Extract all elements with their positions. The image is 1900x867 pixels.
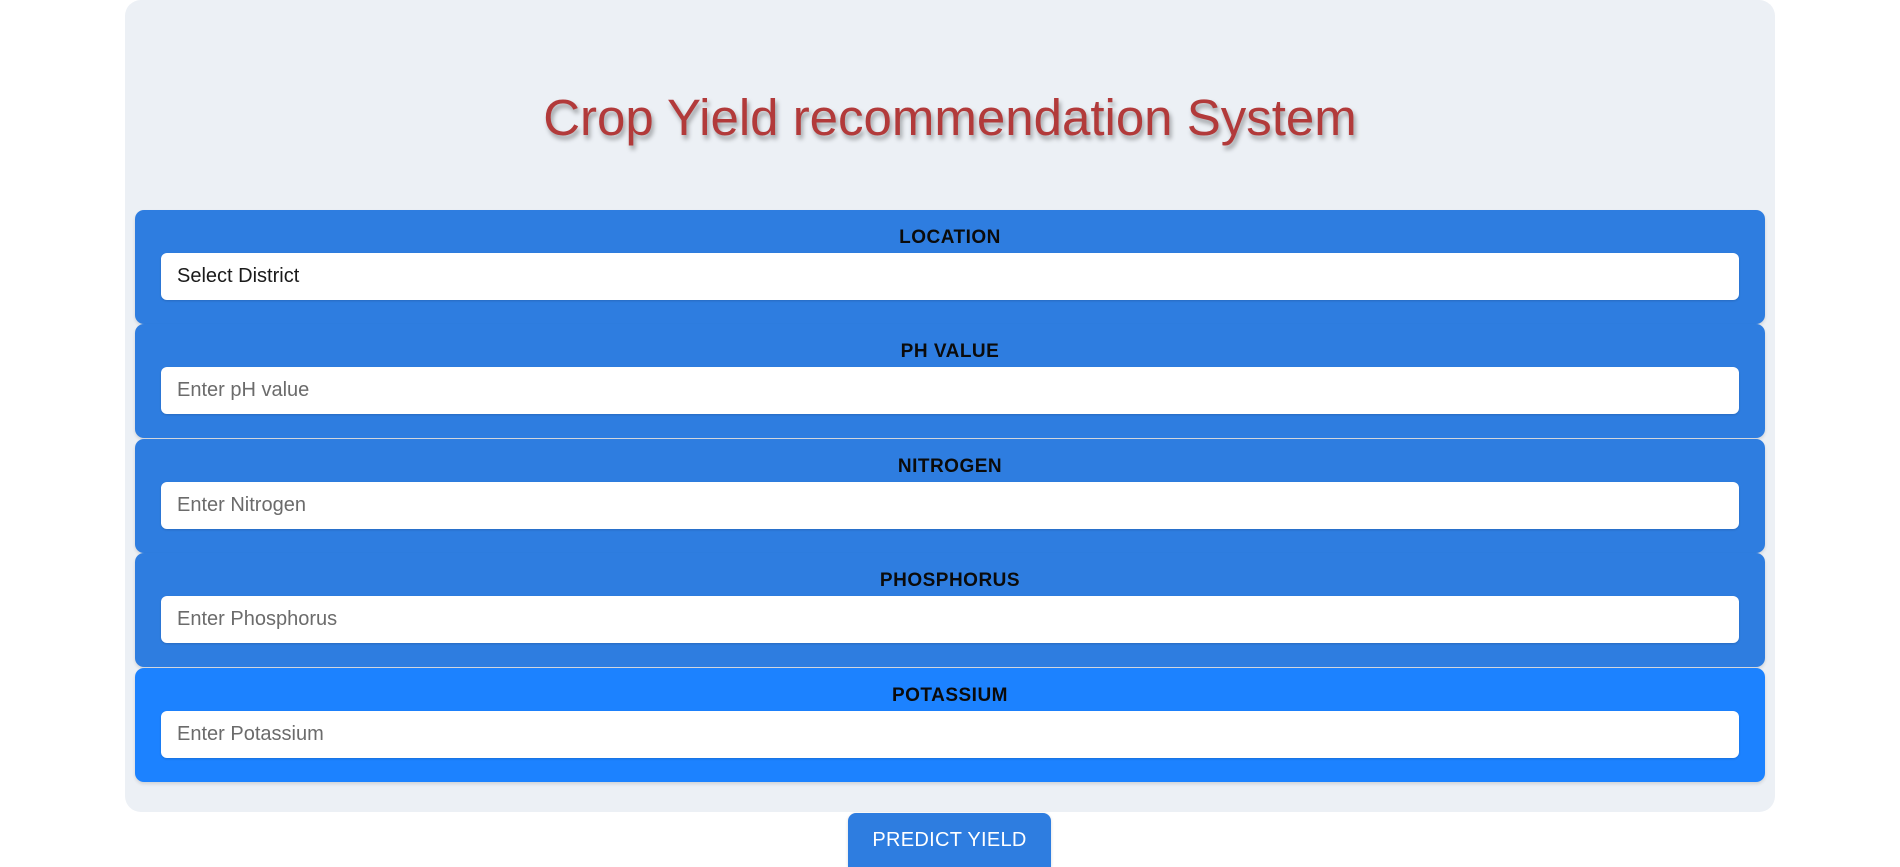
nitrogen-card: NITROGEN Enter Nitrogen bbox=[135, 439, 1765, 553]
potassium-card: POTASSIUM Enter Potassium bbox=[135, 668, 1765, 782]
potassium-label: POTASSIUM bbox=[891, 685, 1009, 706]
district-select[interactable]: Select District bbox=[161, 253, 1739, 300]
page: Crop Yield recommendation System LOCATIO… bbox=[0, 0, 1900, 867]
phosphorus-input[interactable]: Enter Phosphorus bbox=[161, 596, 1739, 643]
ph-input[interactable]: Enter pH value bbox=[161, 367, 1739, 414]
ph-card: PH VALUE Enter pH value bbox=[135, 324, 1765, 438]
potassium-input[interactable]: Enter Potassium bbox=[161, 711, 1739, 758]
nitrogen-input[interactable]: Enter Nitrogen bbox=[161, 482, 1739, 529]
page-title: Crop Yield recommendation System bbox=[543, 89, 1357, 146]
phosphorus-label: PHOSPHORUS bbox=[879, 570, 1021, 591]
district-select-value: Select District bbox=[177, 265, 300, 287]
nitrogen-label: NITROGEN bbox=[897, 456, 1003, 477]
location-label: LOCATION bbox=[899, 227, 1001, 248]
phosphorus-input-placeholder: Enter Phosphorus bbox=[177, 608, 338, 630]
nitrogen-input-placeholder: Enter Nitrogen bbox=[177, 494, 306, 516]
potassium-input-placeholder: Enter Potassium bbox=[177, 723, 324, 745]
predict-yield-button[interactable]: PREDICT YIELD bbox=[848, 813, 1051, 867]
location-card: LOCATION Select District bbox=[135, 210, 1765, 324]
ph-label: PH VALUE bbox=[900, 341, 1000, 362]
ph-input-placeholder: Enter pH value bbox=[177, 379, 310, 401]
phosphorus-card: PHOSPHORUS Enter Phosphorus bbox=[135, 553, 1765, 667]
